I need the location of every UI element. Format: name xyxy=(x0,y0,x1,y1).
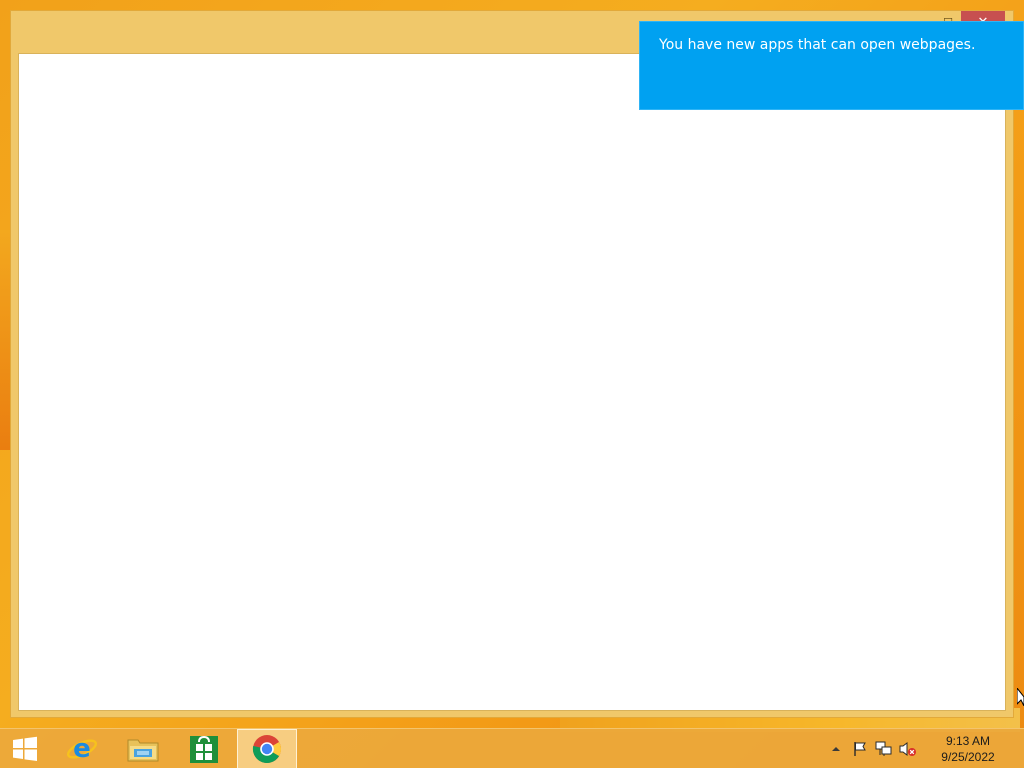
ie-icon: e xyxy=(66,734,98,764)
taskbar-app-file-explorer[interactable] xyxy=(113,729,173,768)
flag-icon xyxy=(854,742,866,756)
chevron-up-icon xyxy=(832,747,840,751)
system-tray: 9:13 AM 9/25/2022 xyxy=(824,729,1024,768)
show-desktop-button[interactable] xyxy=(1016,729,1024,768)
taskbar-app-chrome[interactable] xyxy=(237,729,297,768)
mouse-cursor-icon xyxy=(1017,688,1024,706)
window-content-area[interactable] xyxy=(18,53,1006,711)
folder-icon xyxy=(127,739,159,762)
browser-window: ☐ ✕ xyxy=(10,10,1014,718)
notification-toast[interactable]: You have new apps that can open webpages… xyxy=(639,21,1024,110)
start-button[interactable] xyxy=(0,729,50,768)
network-icon xyxy=(875,741,892,756)
taskbar: e 9:13 AM 9/25/2022 xyxy=(0,728,1024,768)
clock[interactable]: 9:13 AM 9/25/2022 xyxy=(920,729,1016,768)
windows-logo-icon xyxy=(13,736,37,761)
volume-button[interactable] xyxy=(896,729,920,768)
chrome-icon xyxy=(252,735,281,764)
taskbar-app-internet-explorer[interactable]: e xyxy=(52,729,112,768)
taskbar-app-store[interactable] xyxy=(174,729,234,768)
clock-date: 9/25/2022 xyxy=(941,750,995,764)
action-center-button[interactable] xyxy=(848,729,872,768)
show-hidden-icons-button[interactable] xyxy=(824,729,848,768)
svg-text:e: e xyxy=(73,734,91,764)
volume-muted-icon xyxy=(899,742,916,756)
store-icon xyxy=(190,735,218,763)
network-button[interactable] xyxy=(872,729,896,768)
toast-message: You have new apps that can open webpages… xyxy=(659,37,976,53)
clock-time: 9:13 AM xyxy=(945,734,991,748)
